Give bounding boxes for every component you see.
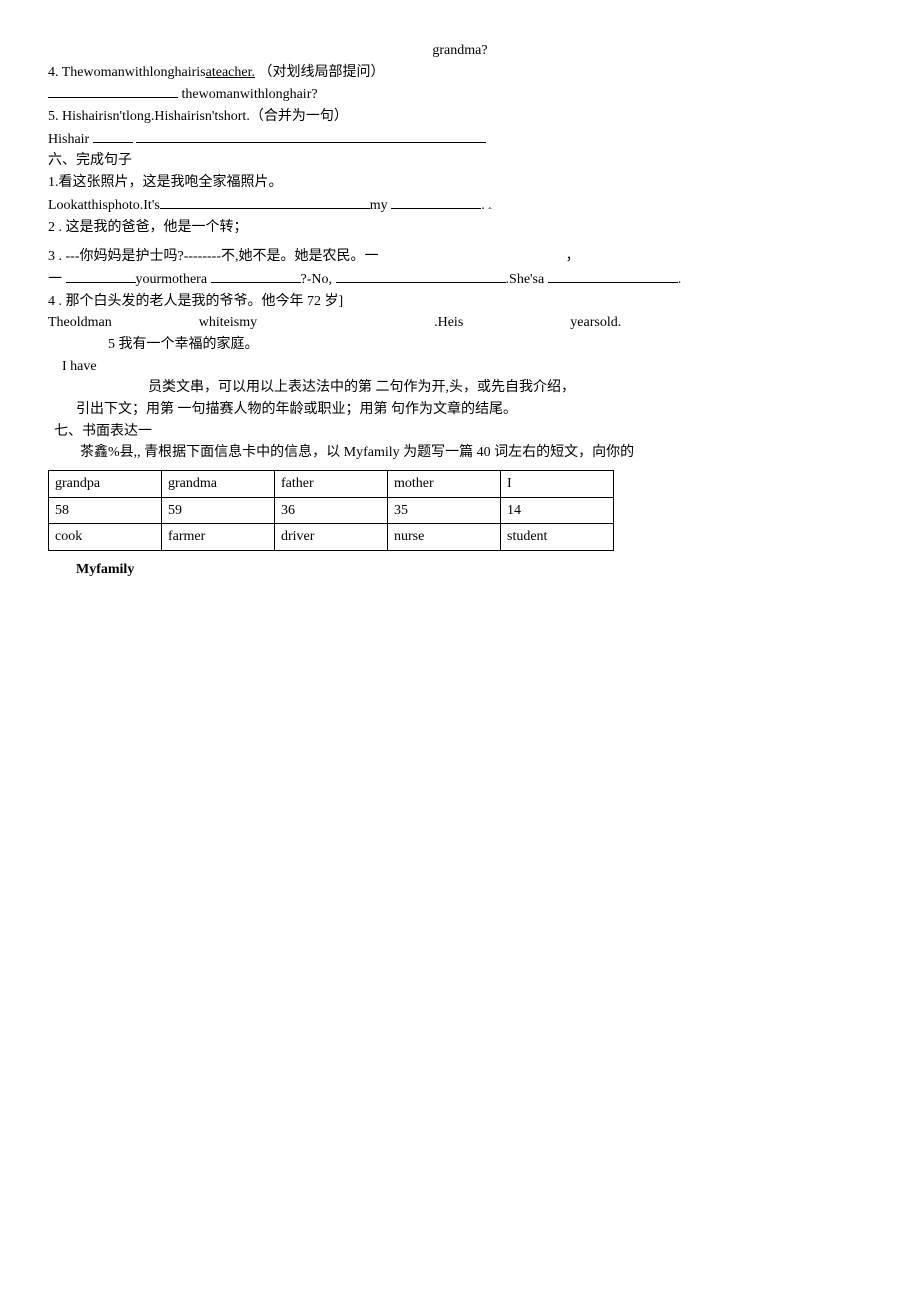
c4-c: .Heis bbox=[434, 315, 463, 330]
c3-dash: 一 bbox=[48, 272, 62, 287]
question-4: 4. Thewomanwithlonghairisateacher. （对划线局… bbox=[48, 62, 872, 84]
info-table: grandpa grandma father mother I 58 59 36… bbox=[48, 470, 614, 551]
cell: 58 bbox=[49, 497, 162, 524]
blank[interactable] bbox=[336, 268, 506, 283]
completion-4-cn: 4 . 那个白头发的老人是我的爷爷。他今年 72 岁] bbox=[48, 291, 872, 313]
q4-paren: （对划线局部提问） bbox=[258, 65, 384, 80]
c3-b: ?-No, bbox=[301, 272, 333, 287]
blank[interactable] bbox=[66, 268, 136, 283]
cell: grandpa bbox=[49, 471, 162, 498]
blank[interactable] bbox=[93, 128, 133, 143]
q5-stem: Hishairisn'tlong.Hishairisn'tshort.（合并为一… bbox=[62, 109, 348, 124]
table-row: 58 59 36 35 14 bbox=[49, 497, 614, 524]
c3-d: . bbox=[678, 272, 682, 287]
q4-underlined: ateacher. bbox=[206, 65, 255, 80]
cell: student bbox=[501, 524, 614, 551]
essay-title: Myfamily bbox=[48, 559, 872, 581]
caret-mark: ˆ bbox=[488, 205, 491, 221]
section-7-title: 七、书面表达一 bbox=[48, 421, 872, 443]
cell: mother bbox=[388, 471, 501, 498]
cell: farmer bbox=[162, 524, 275, 551]
c4-d: yearsold. bbox=[570, 315, 621, 330]
q5-number: 5. bbox=[48, 109, 59, 124]
fragment-grandma: grandma? bbox=[48, 40, 872, 62]
blank[interactable] bbox=[160, 194, 370, 209]
blank[interactable] bbox=[548, 268, 678, 283]
completion-2-cn: 2 . 这是我的爸爸，他是一个转； bbox=[48, 217, 872, 239]
c3-cn: 3 . ---你妈妈是护士吗?--------不,她不是。她是农民。一 bbox=[48, 249, 379, 264]
c1-en-mid: my bbox=[370, 198, 388, 213]
table-row: cook farmer driver nurse student bbox=[49, 524, 614, 551]
q5-lead: Hishair bbox=[48, 132, 89, 147]
completion-3-cn: 3 . ---你妈妈是护士吗?--------不,她不是。她是农民。一 ， bbox=[48, 246, 872, 268]
spacer bbox=[48, 238, 872, 246]
c3-a: yourmothera bbox=[136, 272, 208, 287]
q4-stem-pre: Thewomanwithlonghairis bbox=[62, 65, 206, 80]
blank[interactable] bbox=[211, 268, 301, 283]
c4-a: Theoldman bbox=[48, 315, 112, 330]
cell: father bbox=[275, 471, 388, 498]
completion-1-en: Lookatthisphoto.It'smy . ˆ bbox=[48, 194, 872, 217]
cell: I bbox=[501, 471, 614, 498]
question-4-answer-line: thewomanwithlonghair? bbox=[48, 83, 872, 106]
cell: grandma bbox=[162, 471, 275, 498]
completion-3-en: 一 yourmothera ?-No, .She'sa . bbox=[48, 268, 872, 291]
blank[interactable] bbox=[136, 128, 486, 143]
question-5-answer-line: Hishair bbox=[48, 128, 872, 151]
cell: cook bbox=[49, 524, 162, 551]
blank[interactable] bbox=[391, 194, 481, 209]
section-6-title: 六、完成句子 bbox=[48, 150, 872, 172]
q4-tail: thewomanwithlonghair? bbox=[182, 87, 318, 102]
blank[interactable] bbox=[48, 83, 178, 98]
cell: 14 bbox=[501, 497, 614, 524]
cell: driver bbox=[275, 524, 388, 551]
completion-4-en: Theoldman whiteismy .Heis yearsold. bbox=[48, 312, 872, 334]
section-7-desc: 茶鑫%县,, 青根据下面信息卡中的信息，以 Myfamily 为题写一篇 40 … bbox=[48, 442, 872, 464]
cell: nurse bbox=[388, 524, 501, 551]
q4-number: 4. bbox=[48, 65, 59, 80]
c1-en-lead: Lookatthisphoto.It's bbox=[48, 198, 160, 213]
c4-b: whiteismy bbox=[199, 315, 257, 330]
completion-5-en: I have bbox=[48, 356, 872, 378]
tip-line-2: 引出下文；用第 一句描赛人物的年龄或职业；用第 句作为文章的结尾。 bbox=[48, 399, 872, 421]
tip-line-1: 员类文串，可以用以上表达法中的第 二句作为开,头，或先自我介绍， bbox=[48, 377, 872, 399]
table-row: grandpa grandma father mother I bbox=[49, 471, 614, 498]
c3-c: .She'sa bbox=[506, 272, 545, 287]
cell: 35 bbox=[388, 497, 501, 524]
completion-1-cn: 1.看这张照片，这是我咆全家福照片。 bbox=[48, 172, 872, 194]
cell: 36 bbox=[275, 497, 388, 524]
question-5: 5. Hishairisn'tlong.Hishairisn'tshort.（合… bbox=[48, 106, 872, 128]
cell: 59 bbox=[162, 497, 275, 524]
c3-comma: ， bbox=[566, 249, 580, 264]
completion-5-cn: 5 我有一个幸福的家庭。 bbox=[48, 334, 872, 356]
